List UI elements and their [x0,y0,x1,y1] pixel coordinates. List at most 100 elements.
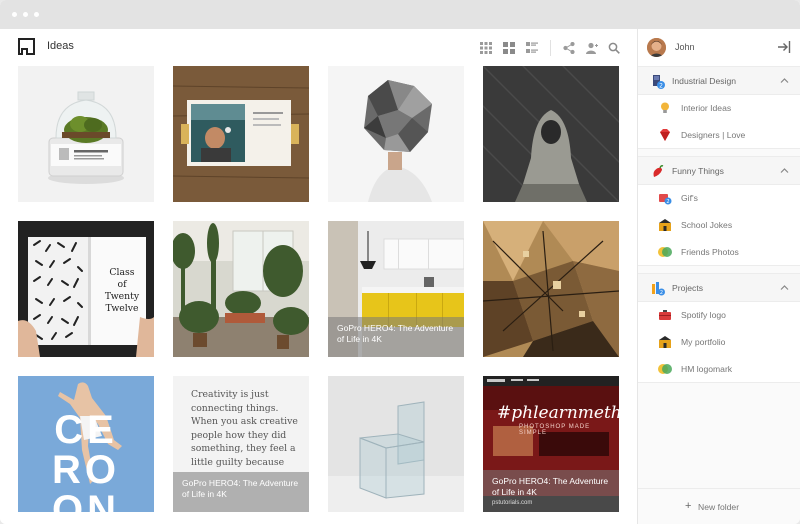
poster-text-line: CE [54,408,118,452]
low-poly-image [328,66,464,202]
drafting-icon: 2 [653,75,665,90]
hashtag-subtitle: PHOTOSHOP MADE SIMPLE [519,424,591,436]
user-bar: John [638,29,800,66]
poster-lettering: CE RO ON [36,410,136,512]
folder-section-projects: 2 Projects Spotify logo My portfolio HM … [638,273,800,383]
sidebar-item-friends-photos[interactable]: Friends Photos [638,239,800,266]
tile-abstract[interactable] [483,221,619,357]
plant-interior-image [173,221,309,357]
hooded-figure-image [483,66,619,202]
tile-glass-chair[interactable] [328,376,464,512]
caption-text: GoPro HERO4: The Adventure [182,478,299,488]
sidebar-item-my-portfolio[interactable]: My portfolio [638,329,800,356]
sidebar-item-label: Spotify logo [681,310,726,320]
folder-label: Industrial Design [672,76,737,86]
chili-pepper-icon [653,165,664,177]
new-folder-button[interactable]: + New folder [638,488,800,524]
sidebar-item-school-jokes[interactable]: School Jokes [638,212,800,239]
sidebar-item-hm-logomark[interactable]: HM logomark [638,356,800,383]
quote-line: connecting things. [191,402,279,414]
book-text-line: Class [109,267,135,278]
tile-low-poly[interactable] [328,66,464,202]
new-folder-label: New folder [698,502,740,512]
book-text-line: of [117,279,127,290]
page-title: Ideas [47,40,74,52]
quote-line: people how they did [191,429,287,441]
tile-dancer[interactable]: CE RO ON [18,376,154,512]
poster-text-line: ON [52,488,120,512]
main-header: Ideas [0,29,637,66]
grid-small-icon[interactable] [480,42,492,54]
sidebar-item-label: My portfolio [681,337,726,347]
briefcase-icon [659,310,671,320]
window-dot[interactable] [23,12,28,17]
sidebar: John 2 Industrial Design Interior Ideas [637,29,800,524]
glass-chair-image [328,376,464,512]
tile-plant-interior[interactable] [173,221,309,357]
circles-icon [658,364,672,374]
caption-text: GoPro HERO4: The Adventure [492,476,609,486]
book-cover-text: Class of Twenty Twelve [100,267,144,315]
window-dot[interactable] [12,12,17,17]
tile-kitchen[interactable]: GoPro HERO4: The Adventure of Life in 4K [328,221,464,357]
sidebar-item-label: Friends Photos [681,247,739,257]
chevron-up-icon[interactable] [780,77,789,84]
window-dot[interactable] [34,12,39,17]
sidebar-item-label: HM logomark [681,364,733,374]
chevron-up-icon[interactable] [780,284,789,291]
tile-magazine[interactable] [173,66,309,202]
header-divider [550,40,551,56]
portfolio-icon [659,336,671,348]
folder-label: Projects [672,283,704,293]
book-text-line: Twenty [104,291,140,302]
avatar[interactable] [647,38,666,57]
user-name: John [675,42,695,52]
logo-icon[interactable] [18,38,35,55]
caption-text: of Life in 4K [182,489,227,499]
friends-icon [658,247,672,257]
sidebar-item-spotify-logo[interactable]: Spotify logo [638,302,800,329]
tile-terrarium[interactable] [18,66,154,202]
app-window: Ideas Class of Twenty Twelve GoPro HERO4… [0,0,800,524]
book-text-line: Twelve [105,303,139,314]
folder-section-funny-things: Funny Things 2 Gif's School Jokes Friend… [638,156,800,266]
share-icon[interactable] [563,42,575,54]
sidebar-item-interior-ideas[interactable]: Interior Ideas [638,95,800,122]
add-user-icon[interactable] [586,42,598,54]
sidebar-item-label: School Jokes [681,220,733,230]
tile-quote[interactable]: Creativity is just connecting things. Wh… [173,376,309,512]
pencils-icon: 2 [652,282,665,296]
terrarium-image [18,66,154,202]
quote-line: When you ask creative [191,416,298,428]
svg-text:2: 2 [666,199,669,205]
tile-hooded[interactable] [483,66,619,202]
tile-book[interactable]: Class of Twenty Twelve [18,221,154,357]
quote-line: little guilty because [191,456,285,468]
list-view-icon[interactable] [526,42,538,54]
caption-text: of Life in 4K [492,487,537,497]
caption-subtext: pstutorials.com [492,500,533,506]
caption-text: of Life in 4K [337,334,382,344]
grid-large-icon[interactable] [503,42,515,54]
sidebar-item-gifs[interactable]: 2 Gif's [638,185,800,212]
quote-text: Creativity is just connecting things. Wh… [191,388,299,470]
folder-header-industrial-design[interactable]: 2 Industrial Design [638,67,800,95]
folder-header-projects[interactable]: 2 Projects [638,274,800,302]
main-area: Ideas Class of Twenty Twelve GoPro HERO4… [0,29,637,524]
avatar-face-icon [647,38,666,57]
sidebar-item-designers-i-love[interactable]: Designers | Love [638,122,800,149]
search-icon[interactable] [608,42,620,54]
folder-section-industrial-design: 2 Industrial Design Interior Ideas Desig… [638,66,800,149]
svg-text:2: 2 [660,290,663,296]
tile-website[interactable]: #phlearnmethod PHOTOSHOP MADE SIMPLE GoP… [483,376,619,512]
collapse-sidebar-icon[interactable] [777,40,791,54]
lightbulb-icon [661,102,669,113]
film-icon: 2 [659,194,672,205]
chevron-up-icon[interactable] [780,167,789,174]
quote-line: something, they feel a [191,443,296,455]
hashtag-title: #phlearnmethod [497,403,619,423]
folder-header-funny-things[interactable]: Funny Things [638,157,800,185]
caption-overlay: GoPro HERO4: The Adventure of Life in 4K… [483,470,619,512]
window-titlebar [0,0,800,29]
sidebar-item-label: Interior Ideas [681,103,732,113]
